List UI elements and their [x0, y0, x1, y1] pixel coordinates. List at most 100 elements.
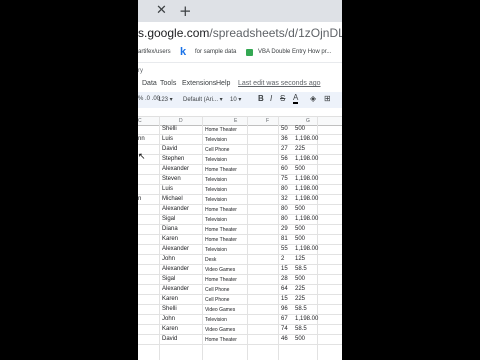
col-header-c[interactable]: C: [138, 118, 142, 124]
menu-extensions[interactable]: Extensions: [182, 80, 216, 87]
cell-name[interactable]: Karen: [162, 236, 178, 242]
cell-product[interactable]: Home Theater: [205, 227, 237, 233]
cell-product[interactable]: Cell Phone: [205, 287, 229, 293]
cell-name[interactable]: Shelli: [162, 126, 177, 132]
cell-quantity[interactable]: 56: [281, 156, 288, 162]
cell-price[interactable]: 500: [295, 206, 305, 212]
col-header-g[interactable]: G: [306, 118, 310, 124]
cell-name[interactable]: Luis: [162, 186, 173, 192]
cell-price[interactable]: 1,198.00: [295, 316, 318, 322]
cell-price[interactable]: 58.5: [295, 326, 307, 332]
cell-name[interactable]: Karen: [162, 296, 178, 302]
cell-price[interactable]: 1,198.00: [295, 176, 318, 182]
table-row[interactable]: David Home Theater 46 500: [138, 335, 342, 345]
cell-name[interactable]: Shelli: [162, 306, 177, 312]
table-row[interactable]: Diana Home Theater 29 500: [138, 225, 342, 235]
cell-price[interactable]: 1,198.00: [295, 156, 318, 162]
table-row[interactable]: Karen Home Theater 81 500: [138, 235, 342, 245]
cell-product[interactable]: Television: [205, 177, 227, 183]
cell-name[interactable]: John: [162, 316, 175, 322]
italic-button[interactable]: I: [270, 94, 272, 103]
cell-quantity[interactable]: 80: [281, 186, 288, 192]
cell-quantity[interactable]: 2: [281, 256, 284, 262]
cell-quantity[interactable]: 55: [281, 246, 288, 252]
table-row[interactable]: Sigal Home Theater 28 500: [138, 275, 342, 285]
cell-quantity[interactable]: 15: [281, 266, 288, 272]
table-row[interactable]: Alexander Television 55 1,198.00: [138, 245, 342, 255]
table-row[interactable]: nn Luis Television 36 1,198.00: [138, 135, 342, 145]
cell-product[interactable]: Home Theater: [205, 237, 237, 243]
table-row[interactable]: Alexander Home Theater 60 500: [138, 165, 342, 175]
cell-name[interactable]: Michael: [162, 196, 183, 202]
borders-icon[interactable]: ⊞: [324, 94, 331, 103]
cell-product[interactable]: Television: [205, 317, 227, 323]
new-tab-icon[interactable]: +: [179, 2, 192, 20]
zoom-select[interactable]: 123 ▾: [158, 96, 173, 103]
cell-product[interactable]: Home Theater: [205, 127, 237, 133]
cell-price[interactable]: 58.5: [295, 266, 307, 272]
table-row[interactable]: John Desk 2 125: [138, 255, 342, 265]
cell-quantity[interactable]: 67: [281, 316, 288, 322]
cell-name[interactable]: David: [162, 146, 177, 152]
cell-c[interactable]: nn: [138, 136, 145, 142]
font-select[interactable]: Default (Ari... ▾: [183, 96, 223, 103]
cell-price[interactable]: 125: [295, 256, 305, 262]
table-row[interactable]: Shelli Video Games 96 58.5: [138, 305, 342, 315]
table-row[interactable]: Stephen Television 56 1,198.00: [138, 155, 342, 165]
table-row[interactable]: Steven Television 75 1,198.00: [138, 175, 342, 185]
cell-name[interactable]: Karen: [162, 326, 178, 332]
table-row[interactable]: Shelli Home Theater 50 500: [138, 125, 342, 135]
cell-price[interactable]: 58.5: [295, 306, 307, 312]
cell-product[interactable]: Cell Phone: [205, 297, 229, 303]
cell-quantity[interactable]: 46: [281, 336, 288, 342]
cell-price[interactable]: 500: [295, 166, 305, 172]
cell-quantity[interactable]: 29: [281, 226, 288, 232]
cell-name[interactable]: Alexander: [162, 206, 189, 212]
cell-price[interactable]: 225: [295, 286, 305, 292]
cell-product[interactable]: Home Theater: [205, 277, 237, 283]
close-tab-icon[interactable]: ✕: [156, 3, 167, 18]
cell-quantity[interactable]: 36: [281, 136, 288, 142]
cell-product[interactable]: Television: [205, 157, 227, 163]
cell-quantity[interactable]: 50: [281, 126, 288, 132]
cell-product[interactable]: Home Theater: [205, 207, 237, 213]
cell-price[interactable]: 500: [295, 336, 305, 342]
address-bar[interactable]: s.google.com/spreadsheets/d/1zOjnDLNm4YU…: [138, 22, 342, 45]
cell-quantity[interactable]: 32: [281, 196, 288, 202]
menu-data[interactable]: Data: [142, 80, 157, 87]
cell-name[interactable]: John: [162, 256, 175, 262]
table-row[interactable]: Alexander Video Games 15 58.5: [138, 265, 342, 275]
bookmark-2[interactable]: for sample data: [195, 49, 236, 55]
cell-name[interactable]: Sigal: [162, 216, 175, 222]
table-row[interactable]: Karen Video Games 74 58.5: [138, 325, 342, 335]
cell-quantity[interactable]: 64: [281, 286, 288, 292]
cell-quantity[interactable]: 75: [281, 176, 288, 182]
menu-tools[interactable]: Tools: [160, 80, 176, 87]
cell-quantity[interactable]: 28: [281, 276, 288, 282]
cell-price[interactable]: 500: [295, 126, 305, 132]
cell-quantity[interactable]: 27: [281, 146, 288, 152]
cell-price[interactable]: 225: [295, 296, 305, 302]
text-color-button[interactable]: A: [293, 93, 299, 104]
cell-price[interactable]: 1,198.00: [295, 196, 318, 202]
table-row[interactable]: Alexander Cell Phone 64 225: [138, 285, 342, 295]
strikethrough-button[interactable]: S: [280, 94, 285, 103]
last-edit-link[interactable]: Last edit was seconds ago: [238, 80, 321, 87]
cell-name[interactable]: Sigal: [162, 276, 175, 282]
col-header-e[interactable]: E: [234, 118, 237, 124]
cell-name[interactable]: David: [162, 336, 177, 342]
cell-product[interactable]: Television: [205, 197, 227, 203]
cell-product[interactable]: Television: [205, 137, 227, 143]
cell-name[interactable]: Stephen: [162, 156, 184, 162]
cell-product[interactable]: Home Theater: [205, 167, 237, 173]
cell-product[interactable]: Television: [205, 247, 227, 253]
cell-price[interactable]: 1,198.00: [295, 246, 318, 252]
bookmark-3[interactable]: VBA Double Entry How pr...: [258, 49, 331, 55]
cell-product[interactable]: Desk: [205, 257, 216, 263]
cell-product[interactable]: Home Theater: [205, 337, 237, 343]
col-header-d[interactable]: D: [179, 118, 183, 124]
table-row[interactable]: David Cell Phone 27 225: [138, 145, 342, 155]
table-row[interactable]: Luis Television 80 1,198.00: [138, 185, 342, 195]
cell-quantity[interactable]: 74: [281, 326, 288, 332]
bold-button[interactable]: B: [258, 94, 264, 103]
